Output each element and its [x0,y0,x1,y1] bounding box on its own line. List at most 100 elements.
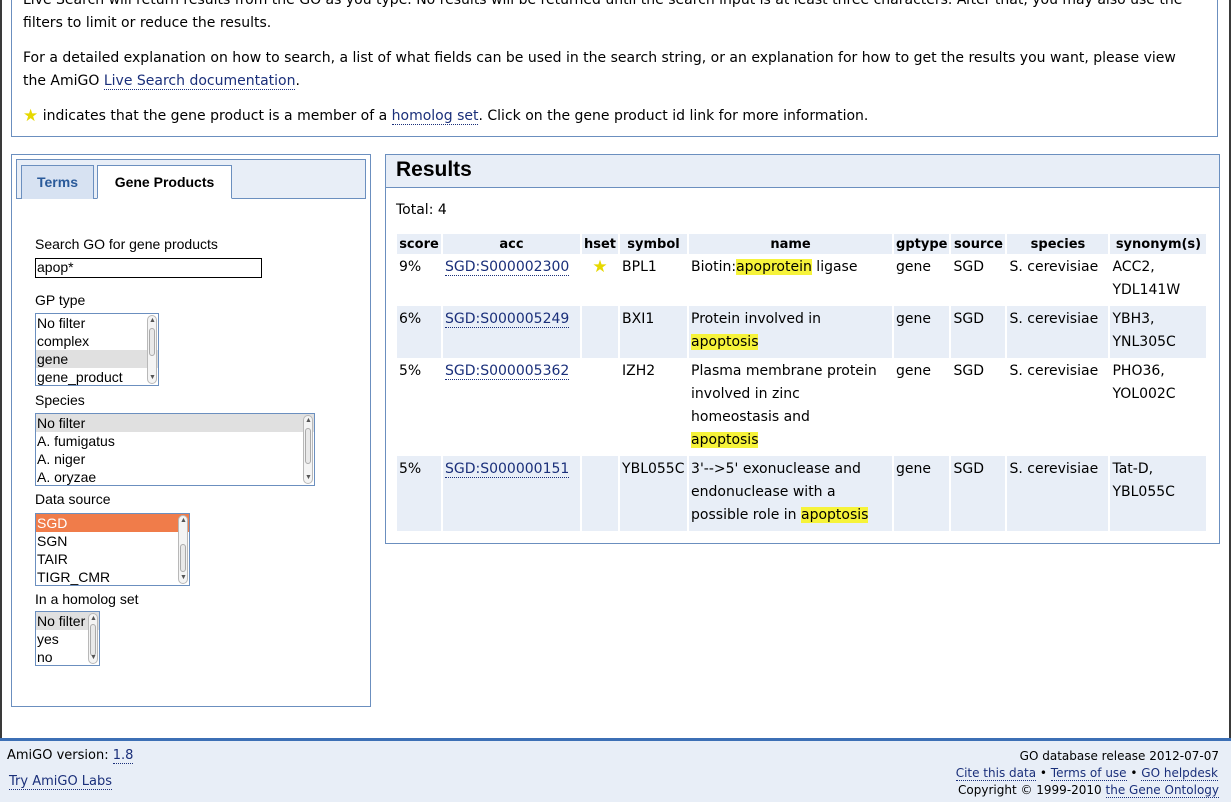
column-header-gptype[interactable]: gptype [894,234,950,254]
cell-name: Biotin:apoprotein ligase [689,254,893,306]
scroll-up-icon[interactable]: ▲ [90,615,97,623]
data-source-label: Data source [35,491,111,507]
scrollbar-thumb[interactable] [90,624,96,656]
gp-type-listbox[interactable]: No filter complex gene gene_product ▲ ▼ [35,313,159,386]
cell-symbol: BPL1 [620,254,688,306]
listbox-option-selected[interactable]: No filter [36,414,314,432]
synonym-text: YNL305C [1112,334,1176,350]
synonym-text: YDL141W [1112,282,1181,298]
synonym-text: YBL055C [1112,484,1175,500]
cell-gptype: gene [894,254,950,306]
name-text: ligase [811,259,858,275]
footer: AmiGO version: 1.8 Try AmiGO Labs GO dat… [0,738,1231,802]
scrollbar-thumb[interactable] [149,328,155,356]
terms-of-use-link[interactable]: Terms of use [1050,766,1127,781]
name-text: Biotin: [691,259,737,275]
cell-acc: SGD:S000005362 [443,358,580,456]
homolog-set-label: In a homolog set [35,591,139,607]
intro-paragraph-live-search: Live Search will return results from the… [23,0,1183,31]
scrollbar-thumb[interactable] [180,544,186,572]
scroll-down-icon[interactable]: ▼ [90,654,97,662]
gene-product-id-link[interactable]: SGD:S000005249 [445,311,570,328]
column-header-species[interactable]: species [1007,234,1109,254]
cell-species: S. cerevisiae [1007,456,1109,531]
listbox-option[interactable]: A. niger [36,450,314,468]
cell-source: SGD [951,254,1006,306]
version-label: AmiGO version: [7,748,109,763]
intro-docs-after: . [295,73,300,89]
cell-score: 9% [397,254,441,306]
homolog-set-link[interactable]: homolog set [391,108,479,125]
scroll-up-icon[interactable]: ▲ [180,517,187,525]
gene-ontology-link[interactable]: the Gene Ontology [1105,783,1219,798]
species-label: Species [35,392,85,408]
homolog-text-after: . Click on the gene product id link for … [478,108,869,124]
column-header-hset[interactable]: hset [582,234,619,254]
data-source-listbox[interactable]: SGD SGN TAIR TIGR_CMR ▲ ▼ [35,513,190,586]
listbox-option[interactable]: TAIR [36,550,189,568]
name-highlight: apoptosis [691,432,759,448]
column-header-source[interactable]: source [951,234,1006,254]
cell-source: SGD [951,456,1006,531]
name-text: endonuclease with a [691,484,836,500]
footer-links: Cite this data • Terms of use • GO helpd… [955,766,1218,781]
scrollbar[interactable]: ▲ ▼ [178,515,188,584]
scrollbar[interactable]: ▲ ▼ [147,315,157,384]
name-highlight: apoprotein [736,259,812,275]
gene-product-id-link[interactable]: SGD:S000002300 [445,259,570,276]
listbox-option[interactable]: A. fumigatus [36,432,314,450]
column-header-score[interactable]: score [397,234,441,254]
cite-data-link[interactable]: Cite this data [955,766,1037,781]
cell-name: Protein involved in apoptosis [689,306,893,358]
synonym-text: PHO36, [1112,363,1165,379]
cell-hset [582,456,619,531]
column-header-synonyms[interactable]: synonym(s) [1110,234,1207,254]
listbox-option[interactable]: TIGR_CMR [36,568,189,585]
scroll-down-icon[interactable]: ▼ [305,474,312,482]
tab-gene-products[interactable]: Gene Products [97,165,232,199]
column-header-symbol[interactable]: symbol [620,234,688,254]
cell-source: SGD [951,358,1006,456]
listbox-option-selected[interactable]: gene [36,350,158,368]
homolog-star-icon[interactable]: ★ [592,257,607,277]
listbox-option[interactable]: No filter [36,314,158,332]
cell-species: S. cerevisiae [1007,358,1109,456]
scroll-down-icon[interactable]: ▼ [180,574,187,582]
db-release: GO database release 2012-07-07 [1019,749,1219,763]
homolog-text: indicates that the gene product is a mem… [42,108,388,124]
results-panel: Results Total: 4 score acc hset symbol n… [385,154,1220,544]
scroll-down-icon[interactable]: ▼ [149,374,156,382]
search-input[interactable]: apop* [35,258,262,278]
amigo-labs: Try AmiGO Labs [9,774,113,790]
homolog-set-listbox[interactable]: No filter yes no ▲ ▼ [35,611,100,666]
scrollbar[interactable]: ▲ ▼ [303,415,313,484]
gene-product-id-link[interactable]: SGD:S000005362 [445,363,570,380]
column-header-name[interactable]: name [689,234,893,254]
search-label: Search GO for gene products [35,236,218,252]
listbox-option[interactable]: complex [36,332,158,350]
scrollbar[interactable]: ▲ ▼ [88,613,98,664]
cell-score: 5% [397,358,441,456]
scrollbar-thumb[interactable] [305,428,311,464]
listbox-option[interactable]: gene_product [36,368,158,385]
amigo-labs-link[interactable]: Try AmiGO Labs [9,774,113,790]
species-listbox[interactable]: No filter A. fumigatus A. niger A. oryza… [35,413,315,486]
listbox-option[interactable]: A. oryzae [36,468,314,485]
go-helpdesk-link[interactable]: GO helpdesk [1141,766,1218,781]
scroll-up-icon[interactable]: ▲ [305,417,312,425]
listbox-option[interactable]: SGN [36,532,189,550]
cell-acc: SGD:S000000151 [443,456,580,531]
listbox-option-selected[interactable]: SGD [36,514,189,532]
synonym-text: YBH3, [1112,311,1155,327]
cell-hset [582,358,619,456]
copyright-text: Copyright © 1999-2010 [958,783,1102,797]
column-header-acc[interactable]: acc [443,234,580,254]
gene-product-id-link[interactable]: SGD:S000000151 [445,461,570,478]
version-link[interactable]: 1.8 [112,748,134,764]
name-text: homeostasis and [691,409,810,425]
tab-terms[interactable]: Terms [21,165,94,199]
cell-species: S. cerevisiae [1007,254,1109,306]
cell-gptype: gene [894,456,950,531]
scroll-up-icon[interactable]: ▲ [149,317,156,325]
live-search-documentation-link[interactable]: Live Search documentation [103,73,296,90]
